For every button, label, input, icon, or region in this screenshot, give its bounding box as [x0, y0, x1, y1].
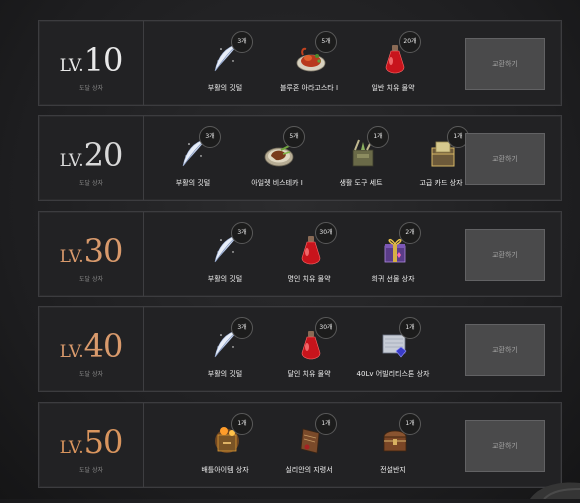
level-subtitle: 도달 상자 [79, 85, 103, 92]
exchange-button[interactable]: 교환하기 [465, 133, 545, 185]
level-number: 20 [83, 136, 124, 174]
corner-decoration [500, 475, 580, 500]
level-prefix: LV. [59, 56, 84, 76]
reward-item[interactable]: 1개배틀아이템 상자 [185, 403, 265, 487]
level-cell: LV.40 도달 상자 [39, 307, 144, 391]
item-count-badge: 1개 [399, 413, 421, 435]
exchange-button[interactable]: 교환하기 [465, 38, 545, 90]
level-cell: LV.10 도달 상자 [39, 21, 144, 105]
reward-item-list: 1개배틀아이템 상자 1개실리안의 지령서 1개전설반지 [145, 403, 445, 487]
reward-item[interactable]: 5개아일렛 비스테카 Ⅰ [237, 116, 317, 200]
reward-item[interactable]: 30개달인 치유 물약 [269, 307, 349, 391]
item-count-badge: 3개 [199, 126, 221, 148]
level-title: LV.50 [39, 423, 143, 461]
reward-item[interactable]: 20개일반 치유 물약 [353, 21, 433, 105]
item-count-badge: 2개 [399, 222, 421, 244]
item-name: 실리안의 지령서 [285, 466, 333, 474]
reward-tier-lv40: LV.40 도달 상자 3개부활의 깃털 30개달인 치유 물약 1개 40Lv 어… [38, 306, 562, 392]
item-name: 배틀아이템 상자 [201, 466, 249, 474]
level-cell: LV.20 도달 상자 [39, 116, 144, 200]
item-count-badge: 3개 [231, 222, 253, 244]
item-count-badge: 1개 [367, 126, 389, 148]
item-name: 부활의 깃털 [207, 370, 243, 378]
level-title: LV.10 [39, 41, 143, 79]
reward-item[interactable]: 2개희귀 선물 상자 [353, 212, 433, 296]
item-name: 전설반지 [380, 466, 406, 474]
reward-item[interactable]: 3개부활의 깃털 [153, 116, 233, 200]
reward-item-list: 3개 부활의 깃털 5개 아일렛 비스테카 Ⅰ 1개 생활 도구 세트 1개 고급 카드… [145, 116, 469, 200]
reward-tier-lv30: LV.30 도달 상자 3개부활의 깃털 30개명인 치유 물약 2개희귀 선물 … [38, 211, 562, 297]
item-count-badge: 5개 [283, 126, 305, 148]
item-count-badge: 1개 [231, 413, 253, 435]
level-subtitle: 도달 상자 [79, 467, 103, 474]
item-count-badge: 3개 [231, 31, 253, 53]
level-number: 10 [83, 41, 124, 79]
item-name: 명인 치유 물약 [287, 275, 331, 283]
item-count-badge: 1개 [315, 413, 337, 435]
level-cell: LV.30 도달 상자 [39, 212, 144, 296]
item-name: 40Lv 어빌리티스톤 상자 [356, 370, 430, 378]
item-name: 달인 치유 물약 [287, 370, 331, 378]
exchange-button[interactable]: 교환하기 [465, 420, 545, 472]
reward-item[interactable]: 1개실리안의 지령서 [269, 403, 349, 487]
item-name: 블루혼 아라고스타 Ⅰ [279, 84, 339, 92]
level-prefix: LV. [59, 438, 84, 458]
reward-item[interactable]: 3개부활의 깃털 [185, 307, 265, 391]
item-name: 생활 도구 세트 [339, 179, 383, 187]
level-prefix: LV. [59, 151, 84, 171]
level-subtitle: 도달 상자 [79, 276, 103, 283]
level-prefix: LV. [59, 342, 84, 362]
item-name: 일반 치유 물약 [371, 84, 415, 92]
level-subtitle: 도달 상자 [79, 180, 103, 187]
level-cell: LV.50 도달 상자 [39, 403, 144, 487]
reward-tier-lv50: LV.50 도달 상자 1개배틀아이템 상자 1개실리안의 지령서 1개전설반지 교… [38, 402, 562, 488]
exchange-button[interactable]: 교환하기 [465, 229, 545, 281]
item-count-badge: 30개 [315, 222, 337, 244]
level-title: LV.40 [39, 327, 143, 365]
reward-item[interactable]: 3개부활의 깃털 [185, 212, 265, 296]
level-subtitle: 도달 상자 [79, 371, 103, 378]
item-name: 희귀 선물 상자 [371, 275, 415, 283]
level-number: 30 [83, 232, 124, 270]
item-count-badge: 5개 [315, 31, 337, 53]
item-count-badge: 1개 [399, 317, 421, 339]
reward-item-list: 3개부활의 깃털 5개블루혼 아라고스타 Ⅰ 20개일반 치유 물약 [145, 21, 445, 105]
reward-item[interactable]: 1개 40Lv 어빌리티스톤 상자 [353, 307, 433, 391]
item-name: 부활의 깃털 [175, 179, 211, 187]
item-name: 부활의 깃털 [207, 275, 243, 283]
item-name: 부활의 깃털 [207, 84, 243, 92]
reward-item[interactable]: 5개블루혼 아라고스타 Ⅰ [269, 21, 349, 105]
reward-item-list: 3개부활의 깃털 30개명인 치유 물약 2개희귀 선물 상자 [145, 212, 445, 296]
item-name: 아일렛 비스테카 Ⅰ [251, 179, 303, 187]
level-prefix: LV. [59, 247, 84, 267]
item-count-badge: 20개 [399, 31, 421, 53]
reward-tier-lv20: LV.20 도달 상자 3개부활의 깃털 5개아일렛 비스테카 Ⅰ 1개생활 도구… [38, 115, 562, 201]
reward-item[interactable]: 1개전설반지 [353, 403, 433, 487]
exchange-button[interactable]: 교환하기 [465, 324, 545, 376]
reward-item[interactable]: 3개부활의 깃털 [185, 21, 265, 105]
reward-item[interactable]: 1개생활 도구 세트 [321, 116, 401, 200]
item-count-badge: 30개 [315, 317, 337, 339]
reward-item[interactable]: 30개명인 치유 물약 [269, 212, 349, 296]
level-title: LV.20 [39, 136, 143, 174]
reward-item-list: 3개부활의 깃털 30개달인 치유 물약 1개 40Lv 어빌리티스톤 상자 [145, 307, 445, 391]
level-number: 40 [83, 327, 124, 365]
level-number: 50 [83, 423, 124, 461]
item-count-badge: 3개 [231, 317, 253, 339]
reward-tier-lv10: LV.10 도달 상자 3개부활의 깃털 5개블루혼 아라고스타 Ⅰ 20개일반 … [38, 20, 562, 106]
level-title: LV.30 [39, 232, 143, 270]
